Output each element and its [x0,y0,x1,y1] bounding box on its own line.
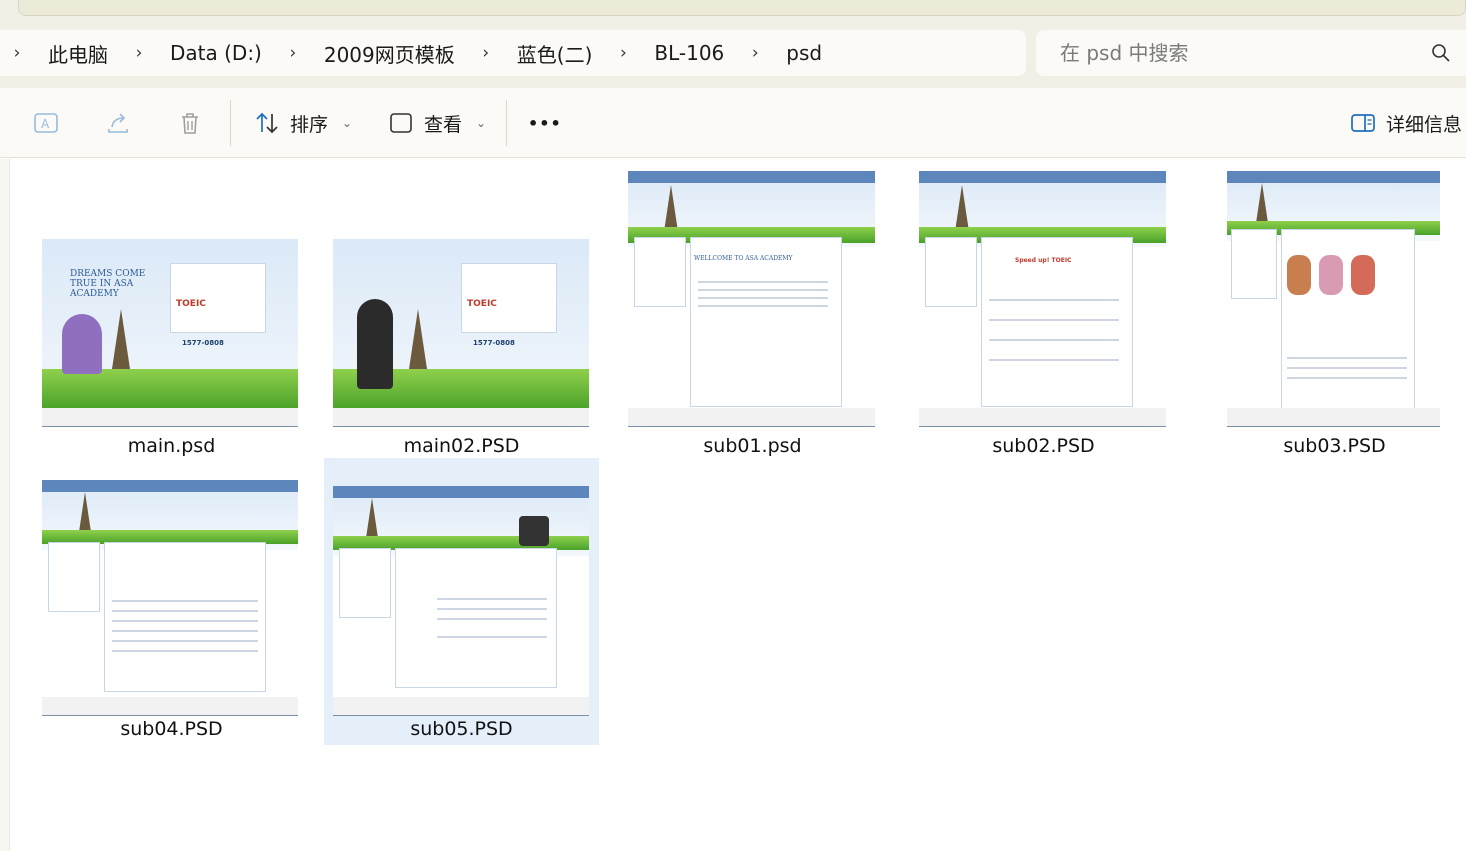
file-name: sub05.PSD [410,718,513,740]
window-tab[interactable] [18,0,1466,16]
sort-icon [256,112,278,134]
rename-icon: A [34,113,58,133]
file-item-main[interactable]: DREAMS COME TRUE IN ASA ACADEMY TOEIC 15… [34,167,309,457]
navigation-pane-edge [0,159,10,851]
chevron-right-icon[interactable]: › [0,43,34,63]
file-name: main.psd [127,435,216,457]
breadcrumb-item-bl106[interactable]: BL-106 [640,41,738,65]
thumb-caption: DREAMS COME TRUE IN ASA ACADEMY [70,269,146,299]
breadcrumb[interactable]: › 此电脑 › Data (D:) › 2009网页模板 › 蓝色(二) › B… [0,30,1026,76]
file-item-sub03[interactable]: sub03.PSD [1197,167,1466,457]
address-row: › 此电脑 › Data (D:) › 2009网页模板 › 蓝色(二) › B… [0,26,1466,88]
search-box[interactable] [1036,30,1466,76]
view-label: 查看 [424,113,463,136]
thumb-phone: 1577-0808 [182,339,224,347]
toolbar-divider [230,100,231,146]
file-item-sub02[interactable]: Speed up! TOEIC sub02.PSD [906,167,1181,457]
delete-button[interactable] [176,100,204,146]
chevron-down-icon: ⌄ [476,116,487,130]
file-name: sub01.psd [703,435,802,457]
file-thumbnail [333,486,589,716]
view-button[interactable]: 查看 ⌄ [388,100,486,146]
chevron-right-icon[interactable]: › [122,43,156,63]
window-title-strip [0,0,1466,26]
thumb-toeic: TOEIC [176,299,206,309]
file-item-main02[interactable]: TOEIC 1577-0808 main02.PSD [324,167,599,457]
file-thumbnail: Speed up! TOEIC [919,171,1166,427]
file-item-sub04[interactable]: sub04.PSD [34,458,309,745]
more-options-button[interactable]: ••• [528,100,562,146]
sort-button[interactable]: 排序 ⌄ [254,100,352,146]
toolbar-divider [506,100,507,146]
search-input[interactable] [1060,41,1440,65]
thumb-phone: 1577-0808 [473,339,515,347]
file-name: sub03.PSD [1283,435,1386,457]
file-name: sub02.PSD [992,435,1095,457]
file-item-sub05[interactable]: sub05.PSD [324,458,599,745]
details-pane-button[interactable]: 详细信息 [1350,100,1462,146]
chevron-right-icon[interactable]: › [469,43,503,63]
breadcrumb-item-blue[interactable]: 蓝色(二) [503,39,607,68]
thumb-caption: WELLCOME TO ASA ACADEMY [694,255,793,262]
file-thumbnail [1227,171,1440,427]
chevron-right-icon[interactable]: › [606,43,640,63]
svg-text:A: A [41,117,50,131]
breadcrumb-item-templates[interactable]: 2009网页模板 [310,39,469,68]
details-pane-icon [1351,114,1375,132]
file-thumbnail: TOEIC 1577-0808 [333,239,589,427]
breadcrumb-item-drive[interactable]: Data (D:) [156,41,276,65]
file-name: sub04.PSD [120,718,223,740]
file-view[interactable]: DREAMS COME TRUE IN ASA ACADEMY TOEIC 15… [0,159,1466,851]
file-thumbnail [42,480,298,716]
share-button[interactable] [104,100,132,146]
breadcrumb-item-psd[interactable]: psd [772,41,836,65]
file-name: main02.PSD [403,435,520,457]
share-icon [108,113,128,133]
breadcrumb-item-this-pc[interactable]: 此电脑 [34,39,122,68]
chevron-down-icon: ⌄ [342,116,353,130]
more-icon: ••• [528,113,562,133]
file-thumbnail: WELLCOME TO ASA ACADEMY [628,171,875,427]
chevron-right-icon[interactable]: › [738,43,772,63]
search-icon[interactable] [1430,42,1452,64]
file-item-sub01[interactable]: WELLCOME TO ASA ACADEMY sub01.psd [615,167,890,457]
thumb-toeic: TOEIC [467,299,497,309]
details-label: 详细信息 [1386,113,1463,136]
chevron-right-icon[interactable]: › [276,43,310,63]
trash-icon [182,113,198,134]
file-thumbnail: DREAMS COME TRUE IN ASA ACADEMY TOEIC 15… [42,239,298,427]
sort-label: 排序 [290,113,329,136]
thumb-caption: Speed up! TOEIC [1015,257,1072,264]
rename-button[interactable]: A [32,100,60,146]
view-icon [390,113,412,133]
command-bar: A 排序 ⌄ 查看 ⌄ ••• 详细信息 [0,88,1466,158]
